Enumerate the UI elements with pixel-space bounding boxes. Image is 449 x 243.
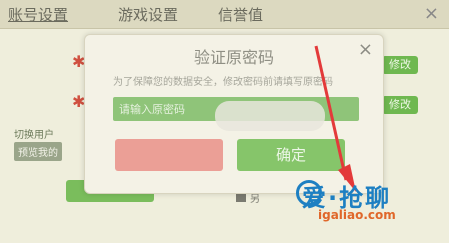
watermark-url: igaliao.com bbox=[318, 208, 396, 222]
